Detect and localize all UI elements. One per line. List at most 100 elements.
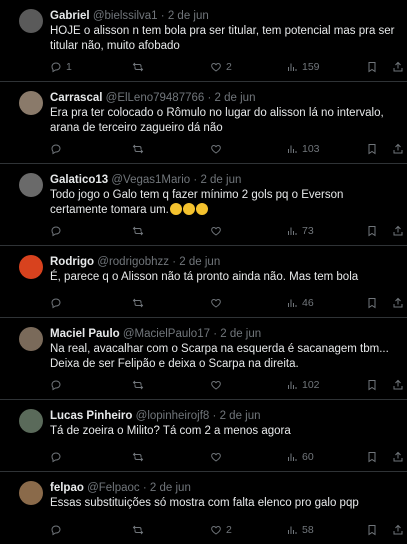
reply-button[interactable]: [50, 297, 66, 309]
retweet-button[interactable]: [132, 524, 148, 536]
reply-button[interactable]: 1: [50, 61, 72, 73]
tweet-date[interactable]: 2 de jun: [150, 482, 191, 494]
share-button[interactable]: [392, 524, 404, 536]
display-name[interactable]: Lucas Pinheiro: [50, 410, 132, 422]
tweet[interactable]: Rodrigo @rodrigobhzz · 2 de jun É, parec…: [0, 246, 407, 318]
user-handle[interactable]: @rodrigobhzz: [97, 256, 169, 268]
heart-icon: [211, 226, 221, 236]
like-button[interactable]: [210, 297, 226, 309]
like-button[interactable]: [210, 225, 226, 237]
like-button[interactable]: 2: [210, 61, 232, 73]
separator: ·: [213, 328, 218, 340]
views-icon: [288, 453, 297, 461]
user-handle[interactable]: @Felpaoc: [87, 482, 140, 494]
tweet[interactable]: Carrascal @ElLeno79487766 · 2 de jun Era…: [0, 82, 407, 164]
emoji-icon: [182, 202, 195, 215]
display-name[interactable]: Carrascal: [50, 92, 102, 104]
display-name[interactable]: felpao: [50, 482, 84, 494]
tweet-date[interactable]: 2 de jun: [179, 256, 220, 268]
tweet-text: HOJE o alisson n tem bola pra ser titula…: [50, 25, 395, 52]
tweet-text: É, parece q o Alisson não tá pronto aind…: [50, 271, 359, 283]
reply-button[interactable]: [50, 225, 66, 237]
share-icon: [393, 379, 403, 390]
tweet-actions: 103: [50, 143, 403, 157]
avatar[interactable]: [19, 481, 43, 505]
share-icon: [393, 143, 403, 154]
retweet-icon: [132, 62, 144, 72]
retweet-button[interactable]: [132, 451, 148, 463]
user-handle[interactable]: @ElLeno79487766: [106, 92, 205, 104]
tweet[interactable]: Lucas Pinheiro @lopinheirojf8 · 2 de jun…: [0, 400, 407, 472]
share-button[interactable]: [392, 297, 404, 309]
retweet-button[interactable]: [132, 225, 148, 237]
bookmark-icon: [368, 144, 376, 155]
views-icon: [288, 63, 297, 71]
bookmark-button[interactable]: [366, 379, 378, 391]
share-button[interactable]: [392, 451, 404, 463]
display-name[interactable]: Galatico13: [50, 174, 108, 186]
user-handle[interactable]: @bielssilva1: [93, 10, 158, 22]
retweet-button[interactable]: [132, 379, 148, 391]
bookmark-button[interactable]: [366, 297, 378, 309]
reply-icon: [51, 298, 61, 309]
views-button[interactable]: 58: [286, 524, 314, 536]
emoji-group: [169, 202, 208, 216]
reply-icon: [51, 226, 61, 237]
tweet-date[interactable]: 2 de jun: [220, 410, 261, 422]
like-button[interactable]: [210, 451, 226, 463]
tweet-date[interactable]: 2 de jun: [220, 328, 261, 340]
tweet[interactable]: Maciel Paulo @MacielPaulo17 · 2 de jun N…: [0, 318, 407, 400]
heart-icon: [211, 380, 221, 390]
reply-icon: [51, 525, 61, 536]
like-button[interactable]: [210, 379, 226, 391]
share-button[interactable]: [392, 143, 404, 155]
views-button[interactable]: 103: [286, 143, 320, 155]
tweet-text: Era pra ter colocado o Rômulo no lugar d…: [50, 107, 384, 134]
retweet-button[interactable]: [132, 61, 148, 73]
avatar[interactable]: [19, 409, 43, 433]
tweet[interactable]: Galatico13 @Vegas1Mario · 2 de jun Todo …: [0, 164, 407, 246]
tweet-date[interactable]: 2 de jun: [168, 10, 209, 22]
user-handle[interactable]: @MacielPaulo17: [123, 328, 210, 340]
retweet-button[interactable]: [132, 143, 148, 155]
share-button[interactable]: [392, 225, 404, 237]
views-button[interactable]: 60: [286, 451, 314, 463]
tweet-date[interactable]: 2 de jun: [200, 174, 241, 186]
tweet-actions: 102: [50, 379, 403, 393]
share-button[interactable]: [392, 379, 404, 391]
user-handle[interactable]: @Vegas1Mario: [111, 174, 190, 186]
views-button[interactable]: 159: [286, 61, 320, 73]
reply-button[interactable]: [50, 524, 66, 536]
avatar[interactable]: [19, 255, 43, 279]
bookmark-button[interactable]: [366, 143, 378, 155]
tweet[interactable]: Gabriel @bielssilva1 · 2 de jun HOJE o a…: [0, 0, 407, 82]
separator: ·: [160, 10, 165, 22]
reply-icon: [51, 380, 61, 391]
views-button[interactable]: 73: [286, 225, 314, 237]
reply-button[interactable]: [50, 143, 66, 155]
tweet[interactable]: felpao @Felpaoc · 2 de jun Essas substit…: [0, 472, 407, 544]
reply-button[interactable]: [50, 451, 66, 463]
display-name[interactable]: Maciel Paulo: [50, 328, 120, 340]
display-name[interactable]: Gabriel: [50, 10, 90, 22]
bookmark-button[interactable]: [366, 524, 378, 536]
bookmark-button[interactable]: [366, 451, 378, 463]
bookmark-button[interactable]: [366, 61, 378, 73]
tweet-date[interactable]: 2 de jun: [215, 92, 256, 104]
reply-button[interactable]: [50, 379, 66, 391]
like-button[interactable]: 2: [210, 524, 232, 536]
avatar[interactable]: [19, 91, 43, 115]
views-button[interactable]: 46: [286, 297, 314, 309]
avatar[interactable]: [19, 173, 43, 197]
user-handle[interactable]: @lopinheirojf8: [136, 410, 210, 422]
avatar[interactable]: [19, 327, 43, 351]
like-button[interactable]: [210, 143, 226, 155]
views-button[interactable]: 102: [286, 379, 320, 391]
reply-icon: [51, 144, 61, 155]
retweet-button[interactable]: [132, 297, 148, 309]
share-button[interactable]: [392, 61, 404, 73]
retweet-icon: [132, 525, 144, 535]
display-name[interactable]: Rodrigo: [50, 256, 94, 268]
avatar[interactable]: [19, 9, 43, 33]
bookmark-button[interactable]: [366, 225, 378, 237]
